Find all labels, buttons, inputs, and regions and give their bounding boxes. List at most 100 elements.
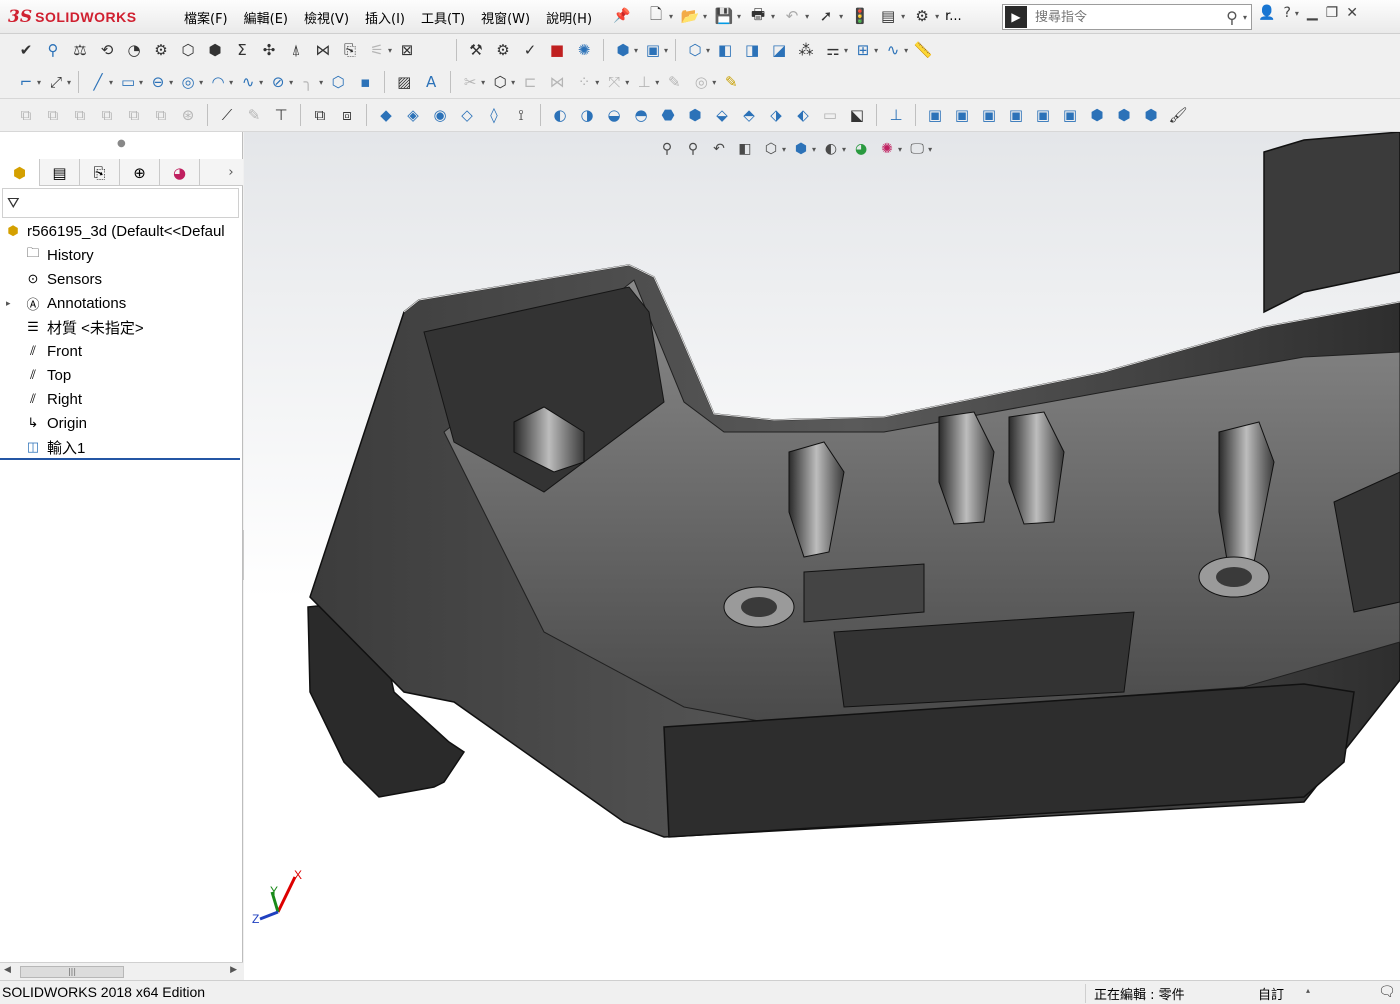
- spline-icon[interactable]: ∿: [236, 70, 260, 94]
- chevron-down-icon[interactable]: ▾: [703, 12, 707, 21]
- tree-item-right-plane[interactable]: ⫽ Right: [0, 387, 243, 411]
- tree-item-front-plane[interactable]: ⫽ Front: [0, 339, 243, 363]
- search-icon[interactable]: ⚲: [1221, 8, 1243, 27]
- point-icon[interactable]: ▪: [353, 70, 377, 94]
- plane-sketch-icon[interactable]: ▨: [392, 70, 416, 94]
- lofted-boss-icon[interactable]: ◇: [455, 103, 479, 127]
- chevron-down-icon[interactable]: ▾: [844, 46, 848, 55]
- tree-root-part[interactable]: ⬢ r566195_3d (Default<<Defaul: [0, 219, 243, 243]
- chevron-down-icon[interactable]: ▾: [1295, 9, 1299, 18]
- spell-check-icon[interactable]: ✔: [14, 38, 38, 62]
- cut-extrude-icon[interactable]: ◨: [740, 38, 764, 62]
- accept-check-icon[interactable]: ✓: [518, 38, 542, 62]
- chevron-down-icon[interactable]: ▾: [595, 78, 599, 87]
- chevron-right-icon[interactable]: ›: [219, 159, 243, 185]
- horizontal-scrollbar[interactable]: ◀ ||| ▶: [0, 962, 243, 980]
- chevron-down-icon[interactable]: ▾: [771, 12, 775, 21]
- rebuild-traffic-light-icon[interactable]: 🚦: [849, 5, 871, 27]
- tree-item-origin[interactable]: ↳ Origin: [0, 411, 243, 435]
- feature-works-icon[interactable]: ⚒: [464, 38, 488, 62]
- minimize-icon[interactable]: ▁: [1307, 5, 1318, 21]
- draft-icon[interactable]: ⬙: [710, 103, 734, 127]
- chevron-down-icon[interactable]: ▾: [1243, 13, 1247, 22]
- recent-document-label[interactable]: r...: [945, 9, 962, 24]
- menu-view[interactable]: 檢視(V): [296, 8, 357, 27]
- appearance-icon[interactable]: ✺: [572, 38, 596, 62]
- tree-item-annotations[interactable]: ▸ Ⓐ Annotations: [0, 291, 243, 315]
- tab-dimxpert-manager[interactable]: ⊕: [120, 159, 160, 186]
- extruded-boss-icon[interactable]: ◆: [374, 103, 398, 127]
- print-icon[interactable]: 🖶: [747, 5, 769, 27]
- import-diagnostics-icon[interactable]: ⬢: [203, 38, 227, 62]
- chevron-down-icon[interactable]: ▾: [199, 78, 203, 87]
- chevron-down-icon[interactable]: ▾: [904, 46, 908, 55]
- chevron-down-icon[interactable]: ▾: [625, 78, 629, 87]
- solidworks-logo[interactable]: 3S SOLIDWORKS: [8, 5, 137, 29]
- chevron-down-icon[interactable]: ▾: [37, 78, 41, 87]
- section-properties-icon[interactable]: ⟲: [95, 38, 119, 62]
- chevron-down-icon[interactable]: ▾: [511, 78, 515, 87]
- undo-icon[interactable]: ↶: [781, 5, 803, 27]
- check-icon[interactable]: ⚙: [149, 38, 173, 62]
- tree-item-top-plane[interactable]: ⫽ Top: [0, 363, 243, 387]
- restore-icon[interactable]: ❐: [1326, 5, 1339, 21]
- instant3d-ruler-icon[interactable]: 📏: [911, 38, 935, 62]
- deviation-analysis-icon[interactable]: ✣: [257, 38, 281, 62]
- chevron-down-icon[interactable]: ▾: [669, 12, 673, 21]
- measure-icon[interactable]: ⚲: [41, 38, 65, 62]
- save-icon[interactable]: 💾: [713, 5, 735, 27]
- options-gear-icon[interactable]: ⚙: [911, 5, 933, 27]
- chevron-down-icon[interactable]: ▾: [259, 78, 263, 87]
- chevron-down-icon[interactable]: ▾: [655, 78, 659, 87]
- feedback-chat-icon[interactable]: 🗨: [1378, 983, 1396, 1000]
- tab-feature-tree[interactable]: ⬢: [0, 159, 40, 186]
- arc-icon[interactable]: ◠: [206, 70, 230, 94]
- chevron-down-icon[interactable]: ▾: [805, 12, 809, 21]
- part-icon[interactable]: ⬡: [683, 38, 707, 62]
- tooling-split-icon[interactable]: ⊤: [269, 103, 293, 127]
- ruled-surface-icon[interactable]: ⬢: [683, 103, 707, 127]
- equations-sigma-icon[interactable]: Σ: [230, 38, 254, 62]
- user-icon[interactable]: 👤: [1258, 5, 1275, 21]
- search-input[interactable]: [1027, 9, 1221, 25]
- tree-item-history[interactable]: 🗀 History: [0, 243, 243, 267]
- rib-icon[interactable]: ⟟: [509, 103, 533, 127]
- command-search[interactable]: ▶ ⚲ ▾: [1002, 4, 1252, 30]
- move-copy-body-icon[interactable]: ⊥: [884, 103, 908, 127]
- menu-file[interactable]: 檔案(F): [176, 8, 236, 27]
- scroll-left-icon[interactable]: ◀: [4, 965, 11, 975]
- sensor-gauge-icon[interactable]: ◔: [122, 38, 146, 62]
- scroll-right-icon[interactable]: ▶: [230, 965, 237, 975]
- chevron-down-icon[interactable]: ▾: [706, 46, 710, 55]
- chevron-down-icon[interactable]: ▾: [169, 78, 173, 87]
- clear-brush-icon[interactable]: 🖌: [1166, 103, 1190, 127]
- delete-face-icon[interactable]: ⊠: [395, 38, 419, 62]
- unit-system-selector[interactable]: 自訂: [1258, 984, 1284, 1003]
- chevron-down-icon[interactable]: ▾: [319, 78, 323, 87]
- chevron-down-icon[interactable]: ▾: [712, 78, 716, 87]
- combine-bodies-icon[interactable]: ⧉: [308, 103, 332, 127]
- thicken-icon[interactable]: ⬕: [845, 103, 869, 127]
- chevron-down-icon[interactable]: ▾: [839, 12, 843, 21]
- symmetry-check-icon[interactable]: ⋈: [311, 38, 335, 62]
- view-isometric-icon[interactable]: ⬢: [1085, 103, 1109, 127]
- chevron-down-icon[interactable]: ▾: [289, 78, 293, 87]
- menu-tools[interactable]: 工具(T): [413, 8, 473, 27]
- polygon-icon[interactable]: ⬡: [326, 70, 350, 94]
- chevron-down-icon[interactable]: ▾: [388, 46, 392, 55]
- scroll-thumb[interactable]: |||: [20, 966, 124, 978]
- reference-geometry-icon[interactable]: ⊞: [851, 38, 875, 62]
- tree-item-imported-body[interactable]: ◫ 輸入1: [0, 435, 243, 459]
- new-document-icon[interactable]: 🗋: [645, 5, 667, 27]
- recognize-features-icon[interactable]: ⚙: [491, 38, 515, 62]
- intersect-bodies-icon[interactable]: ⧈: [335, 103, 359, 127]
- panel-grip-icon[interactable]: ●: [117, 138, 126, 149]
- undercut-analysis-icon[interactable]: ⬘: [737, 103, 761, 127]
- chevron-down-icon[interactable]: ▾: [109, 78, 113, 87]
- insert-mold-folders-icon[interactable]: ◓: [629, 103, 653, 127]
- revolved-boss-icon[interactable]: ◈: [401, 103, 425, 127]
- curves-icon[interactable]: ∿: [881, 38, 905, 62]
- tab-display-manager[interactable]: ◕: [160, 159, 200, 186]
- mass-properties-icon[interactable]: ⚖: [68, 38, 92, 62]
- circle-icon[interactable]: ◎: [176, 70, 200, 94]
